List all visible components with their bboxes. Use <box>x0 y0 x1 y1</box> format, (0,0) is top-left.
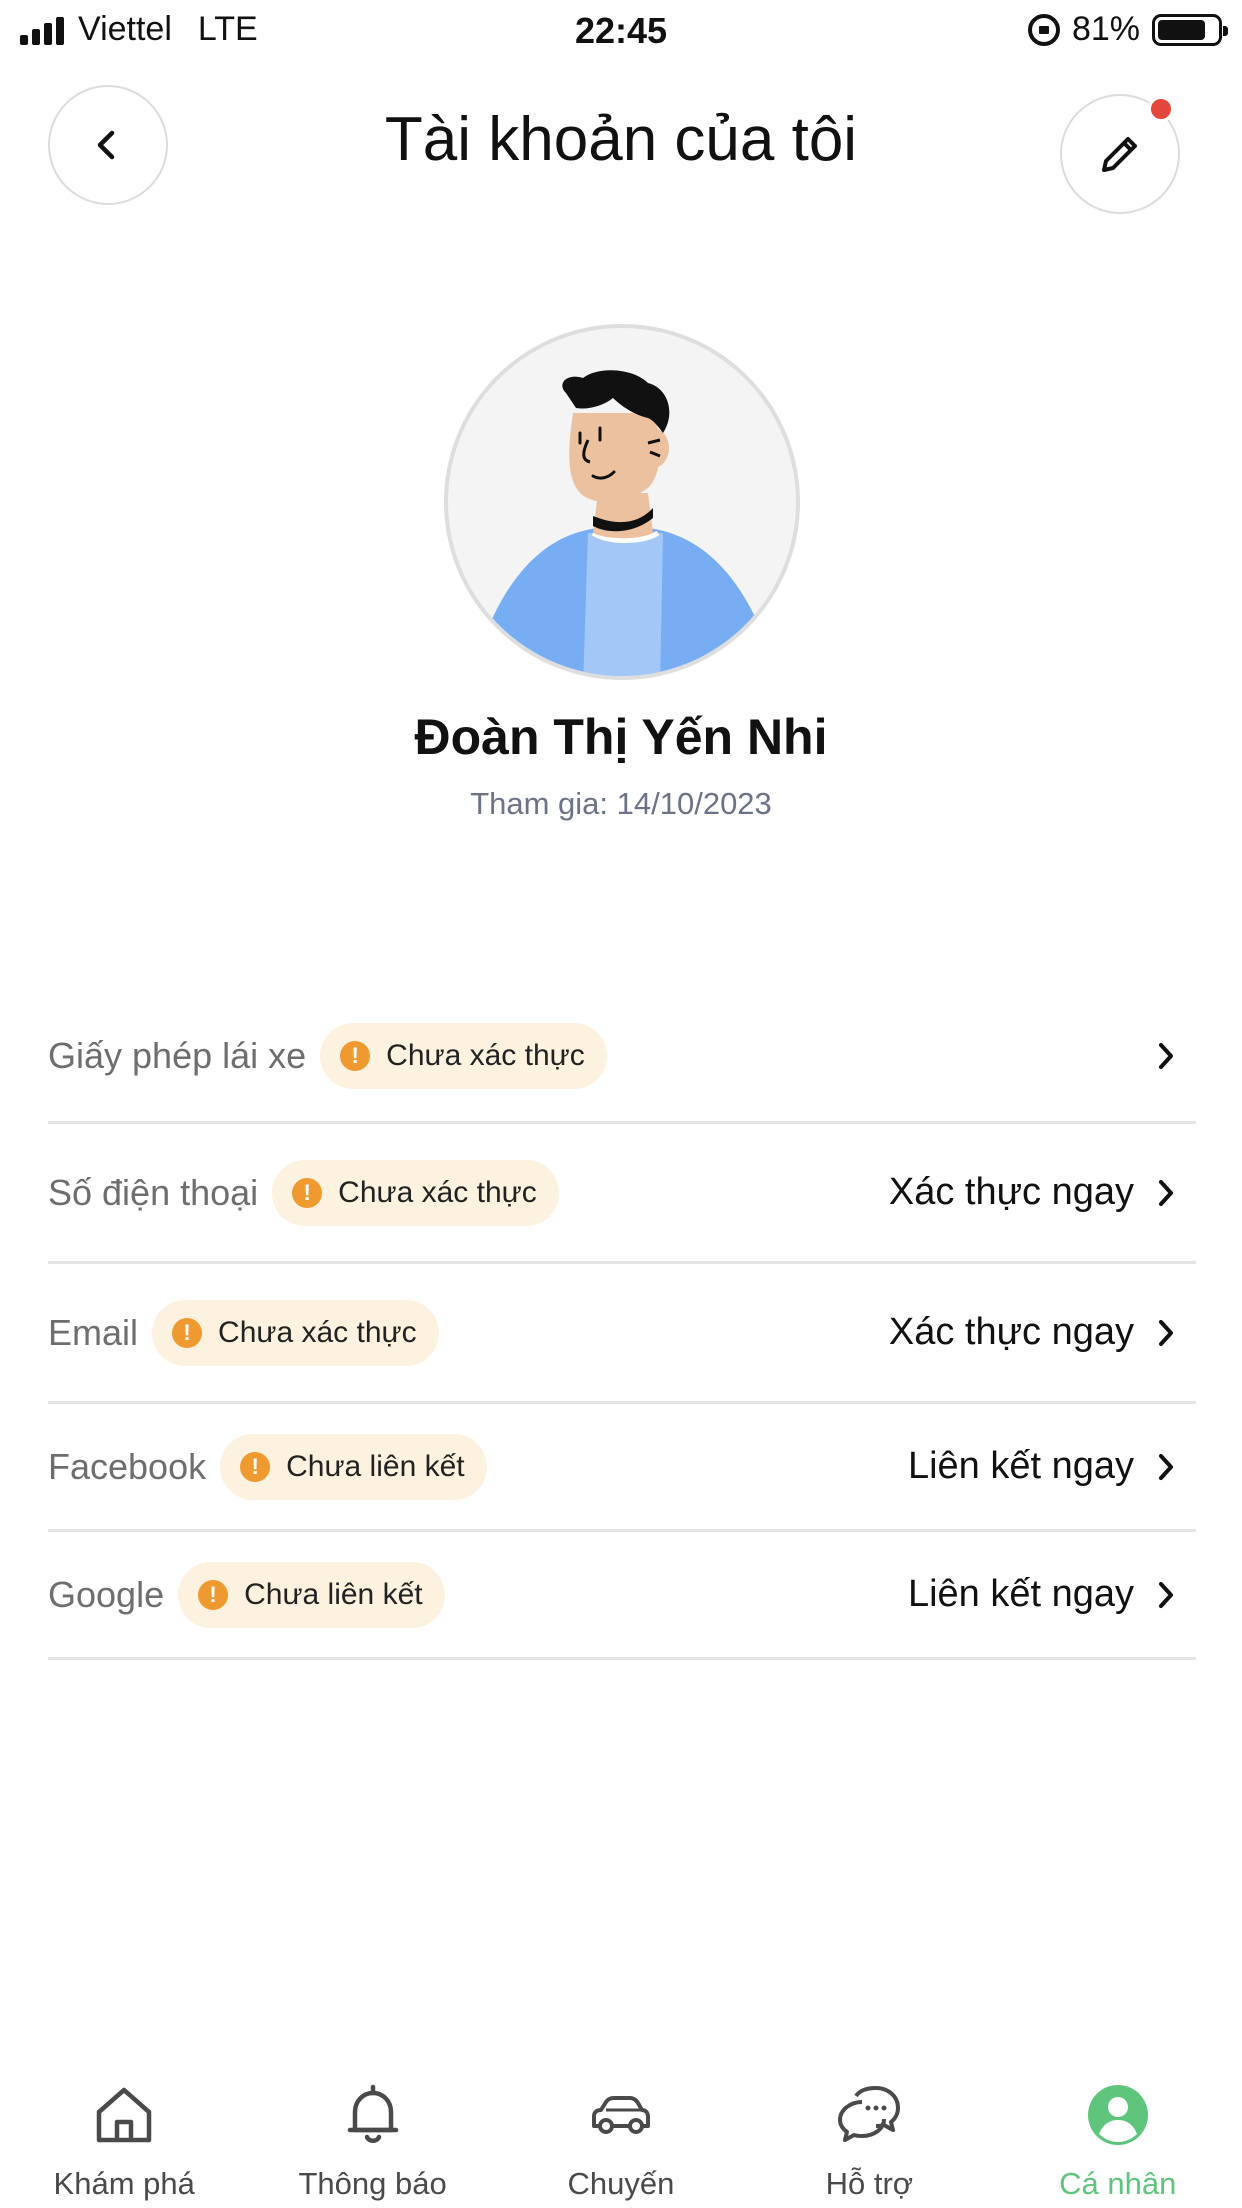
notification-dot <box>1148 96 1174 122</box>
list-item-facebook[interactable]: Facebook ! Chưa liên kết Liên kết ngay <box>48 1404 1196 1532</box>
warning-icon: ! <box>340 1040 371 1071</box>
warning-icon: ! <box>292 1177 323 1208</box>
link-now-link[interactable]: Liên kết ngay <box>908 1573 1134 1616</box>
user-icon <box>1083 2080 1153 2150</box>
chevron-right-icon <box>1150 1317 1182 1349</box>
page-title: Tài khoản của tôi <box>384 105 858 174</box>
warning-icon: ! <box>198 1579 229 1610</box>
nav-label: Chuyến <box>567 2166 675 2201</box>
link-now-link[interactable]: Liên kết ngay <box>908 1445 1134 1488</box>
status-right: 81% <box>1027 10 1228 49</box>
status-text: Chưa liên kết <box>244 1577 423 1611</box>
nav-label: Thông báo <box>298 2166 447 2201</box>
nav-item-trips[interactable]: Chuyến <box>497 2068 745 2208</box>
chevron-right-icon <box>1150 1579 1182 1611</box>
status-bar: Viettel LTE 22:45 81% <box>0 0 1242 62</box>
nav-item-profile[interactable]: Cá nhân <box>994 2068 1242 2208</box>
status-badge: ! Chưa xác thực <box>152 1299 439 1366</box>
battery-icon <box>1152 13 1228 46</box>
battery-percent: 81% <box>1071 10 1140 48</box>
list-item-driver-license[interactable]: Giấy phép lái xe ! Chưa xác thực <box>48 990 1196 1124</box>
status-badge: ! Chưa liên kết <box>220 1433 487 1500</box>
chat-icon <box>834 2080 904 2150</box>
rotation-lock-icon <box>1027 13 1060 46</box>
join-date: Tham gia: 14/10/2023 <box>470 786 772 821</box>
bottom-nav: Khám phá Thông báo Chuyến Hỗ trợ Cá nhân <box>0 2068 1242 2208</box>
list-item-email[interactable]: Email ! Chưa xác thực Xác thực ngay <box>48 1264 1196 1404</box>
row-label: Email <box>48 1311 139 1353</box>
verify-now-link[interactable]: Xác thực ngay <box>889 1171 1134 1214</box>
row-label: Google <box>48 1573 165 1615</box>
pencil-icon <box>1102 137 1137 172</box>
status-text: Chưa liên kết <box>286 1449 465 1483</box>
row-label: Số điện thoại <box>48 1171 259 1213</box>
row-label: Giấy phép lái xe <box>48 1034 307 1076</box>
list-item-google[interactable]: Google ! Chưa liên kết Liên kết ngay <box>48 1532 1196 1660</box>
verification-list: Giấy phép lái xe ! Chưa xác thực Số điện… <box>48 990 1196 1660</box>
chevron-right-icon <box>1150 1177 1182 1209</box>
status-badge: ! Chưa liên kết <box>178 1561 445 1628</box>
car-icon <box>586 2080 656 2150</box>
chevron-right-icon <box>1150 1040 1182 1072</box>
edit-profile-button[interactable] <box>1060 94 1180 214</box>
status-badge: ! Chưa xác thực <box>272 1159 559 1226</box>
profile-name: Đoàn Thị Yến Nhi <box>414 709 828 765</box>
bell-icon <box>338 2080 408 2150</box>
list-item-phone[interactable]: Số điện thoại ! Chưa xác thực Xác thực n… <box>48 1124 1196 1264</box>
verify-now-link[interactable]: Xác thực ngay <box>889 1311 1134 1354</box>
header: Tài khoản của tôi <box>0 62 1242 232</box>
status-text: Chưa xác thực <box>218 1315 417 1349</box>
avatar <box>444 324 800 680</box>
nav-label: Hỗ trợ <box>825 2166 914 2201</box>
warning-icon: ! <box>172 1317 203 1348</box>
warning-icon: ! <box>240 1451 271 1482</box>
nav-label: Cá nhân <box>1059 2166 1177 2201</box>
status-text: Chưa xác thực <box>386 1038 585 1072</box>
nav-label: Khám phá <box>53 2166 195 2201</box>
status-text: Chưa xác thực <box>338 1175 537 1209</box>
nav-item-support[interactable]: Hỗ trợ <box>745 2068 993 2208</box>
nav-item-explore[interactable]: Khám phá <box>0 2068 248 2208</box>
home-icon <box>89 2080 159 2150</box>
status-badge: ! Chưa xác thực <box>320 1022 607 1089</box>
chevron-right-icon <box>1150 1451 1182 1483</box>
nav-item-notifications[interactable]: Thông báo <box>248 2068 496 2208</box>
row-label: Facebook <box>48 1445 207 1487</box>
avatar-illustration <box>488 370 758 676</box>
